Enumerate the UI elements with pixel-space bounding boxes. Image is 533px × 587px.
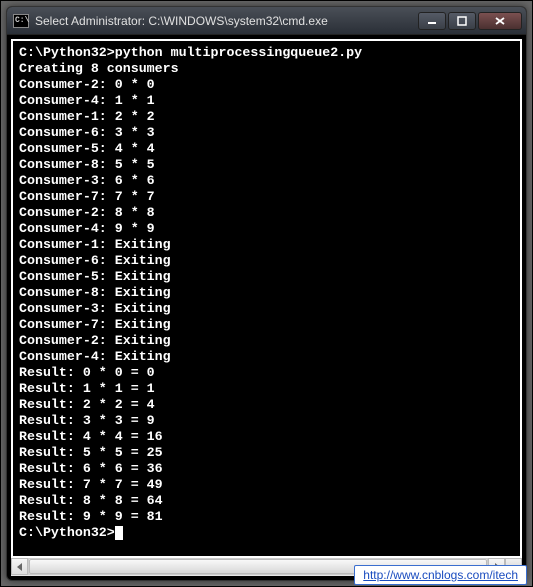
cmd-window: C:\ Select Administrator: C:\WINDOWS\sys… <box>6 6 527 581</box>
terminal-line: Creating 8 consumers <box>19 61 514 77</box>
terminal-line: Result: 9 * 9 = 81 <box>19 509 514 525</box>
terminal-line: Consumer-6: Exiting <box>19 253 514 269</box>
cmd-sysicon[interactable]: C:\ <box>13 14 29 28</box>
terminal-line: Consumer-5: 4 * 4 <box>19 141 514 157</box>
terminal-line: Consumer-2: 0 * 0 <box>19 77 514 93</box>
terminal-line: Result: 8 * 8 = 64 <box>19 493 514 509</box>
terminal-line: Result: 7 * 7 = 49 <box>19 477 514 493</box>
terminal-line: Result: 6 * 6 = 36 <box>19 461 514 477</box>
terminal-line: Consumer-8: Exiting <box>19 285 514 301</box>
terminal-line: Result: 3 * 3 = 9 <box>19 413 514 429</box>
terminal-line: Consumer-1: 2 * 2 <box>19 109 514 125</box>
terminal-line: Consumer-6: 3 * 3 <box>19 125 514 141</box>
close-icon <box>494 16 506 26</box>
terminal-line: Consumer-5: Exiting <box>19 269 514 285</box>
terminal-line: Consumer-2: 8 * 8 <box>19 205 514 221</box>
close-button[interactable] <box>478 12 522 30</box>
minimize-button[interactable] <box>418 12 446 30</box>
terminal-line: Consumer-8: 5 * 5 <box>19 157 514 173</box>
terminal-line: Consumer-4: 9 * 9 <box>19 221 514 237</box>
terminal-line: Consumer-3: 6 * 6 <box>19 173 514 189</box>
text-cursor <box>115 526 123 540</box>
terminal-line: Result: 4 * 4 = 16 <box>19 429 514 445</box>
scroll-left-arrow-icon[interactable] <box>11 558 28 575</box>
terminal-line: Consumer-7: 7 * 7 <box>19 189 514 205</box>
source-link[interactable]: http://www.cnblogs.com/itech <box>354 565 527 585</box>
minimize-icon <box>427 16 437 26</box>
terminal-output[interactable]: C:\Python32>python multiprocessingqueue2… <box>11 39 522 558</box>
chevron-left-icon <box>16 563 24 571</box>
terminal-line: Result: 5 * 5 = 25 <box>19 445 514 461</box>
terminal-line: Result: 2 * 2 = 4 <box>19 397 514 413</box>
window-controls <box>418 12 522 30</box>
terminal-line: Consumer-7: Exiting <box>19 317 514 333</box>
terminal-line: Consumer-4: Exiting <box>19 349 514 365</box>
terminal-line: Result: 0 * 0 = 0 <box>19 365 514 381</box>
terminal-line: C:\Python32>python multiprocessingqueue2… <box>19 45 514 61</box>
terminal-line: Result: 1 * 1 = 1 <box>19 381 514 397</box>
window-title: Select Administrator: C:\WINDOWS\system3… <box>35 14 418 28</box>
terminal-line: Consumer-2: Exiting <box>19 333 514 349</box>
terminal-line: Consumer-1: Exiting <box>19 237 514 253</box>
maximize-icon <box>457 16 467 26</box>
terminal-prompt-line: C:\Python32> <box>19 525 514 541</box>
terminal-line: Consumer-4: 1 * 1 <box>19 93 514 109</box>
terminal-line: Consumer-3: Exiting <box>19 301 514 317</box>
titlebar[interactable]: C:\ Select Administrator: C:\WINDOWS\sys… <box>7 7 526 35</box>
maximize-button[interactable] <box>448 12 476 30</box>
